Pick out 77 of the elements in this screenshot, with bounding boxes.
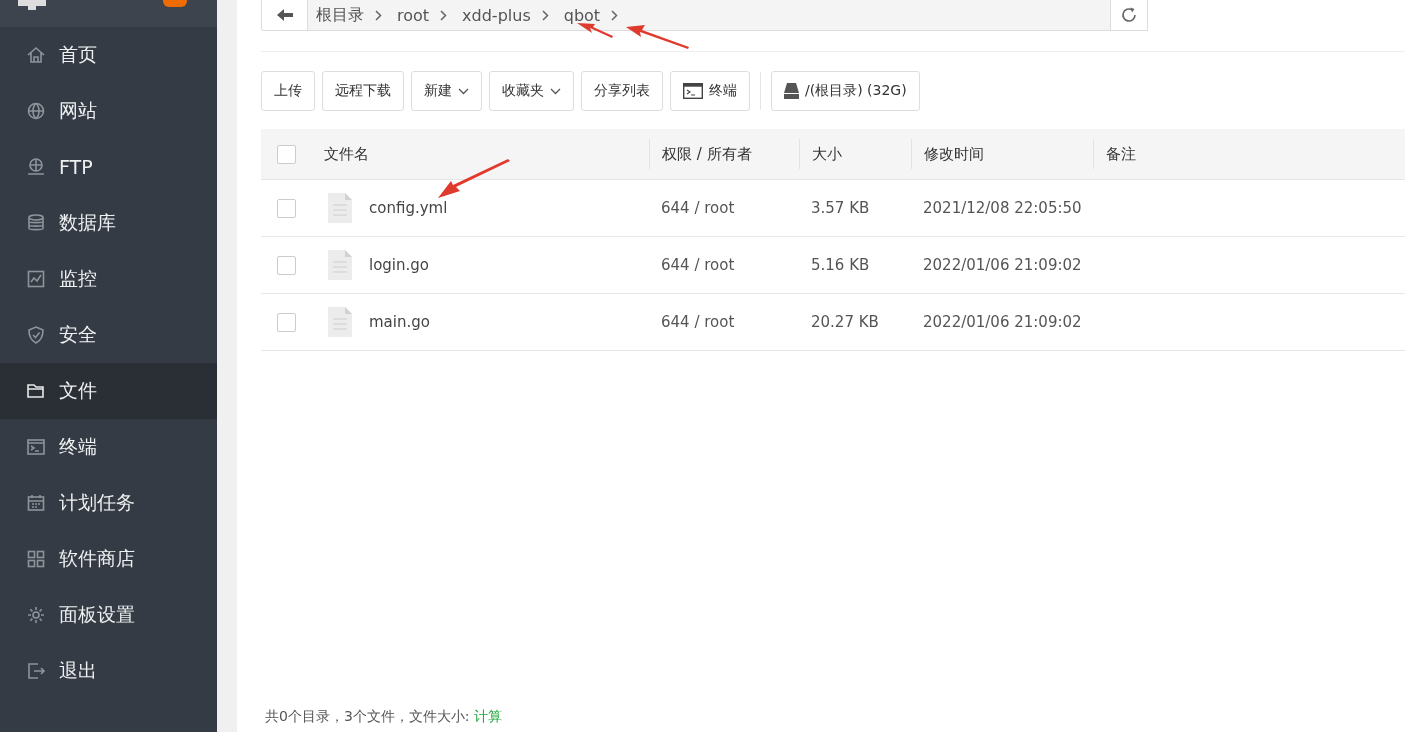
table-cell-text: 644 / root (660, 313, 736, 331)
toolbar-button[interactable]: 分享列表 (581, 71, 663, 111)
toolbar-button[interactable]: 远程下载 (322, 71, 404, 111)
table-cell-text: 2022/01/06 21:09:02 (922, 256, 1083, 274)
annotation-arrow (438, 159, 510, 198)
toolbar-button[interactable]: 终端 (670, 71, 750, 111)
calendar-icon (26, 493, 46, 513)
terminal-icon (26, 437, 46, 457)
table-cell-text: 644 / root (660, 256, 736, 274)
sidebar-item[interactable]: 监控 (0, 251, 217, 307)
globe-icon (26, 101, 46, 121)
column-header[interactable]: 大小 (799, 139, 911, 169)
chevron-icon (440, 9, 448, 21)
toolbar-button[interactable]: /(根目录) (32G) (771, 71, 920, 111)
back-arrow-icon (276, 9, 293, 21)
file-icon (328, 250, 352, 280)
table-cell-text: 20.27 KB (810, 313, 880, 331)
row-checkbox[interactable] (277, 312, 296, 332)
folder-icon (26, 381, 46, 401)
refresh-button[interactable] (1110, 0, 1148, 31)
row-checkbox[interactable] (277, 255, 296, 275)
table-cell-text: 5.16 KB (810, 256, 871, 274)
file-icon (328, 307, 352, 337)
sidebar-item[interactable]: 面板设置 (0, 587, 217, 643)
chevron-icon (541, 9, 549, 21)
ftp-icon (26, 157, 46, 177)
caret-icon (458, 87, 469, 95)
sidebar-item[interactable]: 首页 (0, 27, 217, 83)
sidebar-item[interactable]: 网站 (0, 83, 217, 139)
file-name-link[interactable]: login.go (369, 256, 429, 274)
breadcrumb-link[interactable]: 根目录 (316, 4, 364, 26)
chevron-icon (375, 9, 382, 21)
monitor-icon (26, 269, 46, 289)
toolbar-button[interactable]: 收藏夹 (489, 71, 574, 111)
table-cell-text: 2021/12/08 22:05:50 (922, 199, 1083, 217)
monitor-icon (18, 0, 46, 10)
sidebar-item[interactable]: 终端 (0, 419, 217, 475)
select-all-checkbox[interactable] (277, 144, 296, 164)
summary-text: 共0个目录，3个文件，文件大小: (265, 708, 470, 726)
caret-icon (550, 87, 561, 95)
sidebar-item[interactable]: 文件 (0, 363, 217, 419)
sidebar-item[interactable]: 计划任务 (0, 475, 217, 531)
back-button[interactable] (261, 0, 308, 31)
toolbar-button[interactable]: 上传 (261, 71, 315, 111)
column-header[interactable]: 权限 / 所有者 (649, 139, 799, 169)
file-name-link[interactable]: config.yml (369, 199, 448, 217)
column-header[interactable]: 文件名 (324, 139, 649, 169)
shield-icon (26, 325, 46, 345)
chevron-icon (611, 9, 619, 21)
db-icon (26, 213, 46, 233)
sidebar-item[interactable]: 软件商店 (0, 531, 217, 587)
badge (163, 0, 187, 7)
column-header[interactable]: 备注 (1093, 139, 1405, 169)
apps-icon (26, 549, 46, 569)
file-icon (328, 193, 352, 223)
terminal-icon (683, 83, 703, 99)
exit-icon (26, 661, 46, 681)
refresh-icon (1120, 6, 1138, 24)
table-cell-text: 644 / root (660, 199, 736, 217)
file-name-link[interactable]: main.go (369, 313, 430, 331)
breadcrumb-link[interactable]: root (397, 5, 430, 25)
table-cell-text: 2022/01/06 21:09:02 (922, 313, 1083, 331)
breadcrumb-link[interactable]: qbot (563, 5, 601, 25)
drive-icon (784, 83, 799, 99)
toolbar-button[interactable]: 新建 (411, 71, 482, 111)
column-header[interactable]: 修改时间 (911, 139, 1093, 169)
table-cell-text: 3.57 KB (810, 199, 871, 217)
annotation-arrow (626, 25, 689, 49)
sidebar-item[interactable]: 退出 (0, 643, 217, 699)
breadcrumb-link[interactable]: xdd-plus (462, 5, 531, 25)
home-icon (26, 45, 46, 65)
sidebar-item[interactable]: 安全 (0, 307, 217, 363)
row-checkbox[interactable] (277, 198, 296, 218)
gear-icon (26, 605, 46, 625)
sidebar-item[interactable]: 数据库 (0, 195, 217, 251)
sidebar-item[interactable]: FTP (0, 139, 217, 195)
annotation-arrow (577, 23, 613, 38)
